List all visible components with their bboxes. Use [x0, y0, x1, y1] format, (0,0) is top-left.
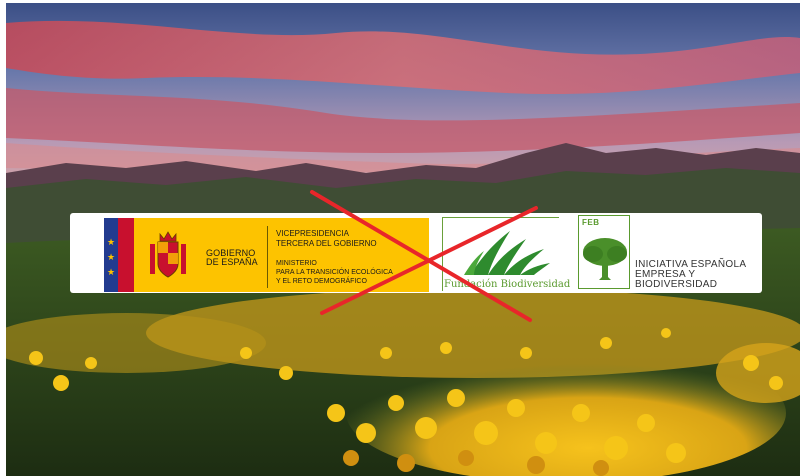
grass-icon: [464, 231, 550, 275]
vicepresidency-label: VICEPRESIDENCIA TERCERA DEL GOBIERNO: [276, 229, 377, 248]
star-icons: ★ ★ ★: [107, 238, 116, 278]
tree-icon: [583, 238, 627, 280]
fundacion-label: Fundación Biodiversidad: [444, 279, 571, 290]
spain-flag-stripe: [118, 218, 134, 292]
divider: [267, 226, 268, 288]
ministry-label: MINISTERIO PARA LA TRANSICIÓN ECOLÓGICA …: [276, 260, 393, 285]
ieeb-code: FEB: [582, 218, 600, 227]
ieeb-logo: FEB INICIATIVA ESPAÑOLA EMPRESA Y BIODIV…: [578, 215, 758, 291]
government-of-spain-logo: ★ ★ ★ GOBIERNO DE ESPAÑA VICEPRESIDENCIA T…: [104, 218, 429, 292]
fundacion-biodiversidad-logo: Fundación Biodiversidad: [442, 217, 570, 291]
spain-coat-of-arms-icon: [150, 231, 186, 278]
ieeb-name: INICIATIVA ESPAÑOLA EMPRESA Y BIODIVERSI…: [635, 259, 747, 290]
government-name: GOBIERNO DE ESPAÑA: [206, 248, 258, 267]
ieeb-frame: FEB: [578, 215, 630, 289]
partner-logos-banner: ★ ★ ★ GOBIERNO DE ESPAÑA VICEPRESIDENCIA T…: [70, 213, 762, 293]
